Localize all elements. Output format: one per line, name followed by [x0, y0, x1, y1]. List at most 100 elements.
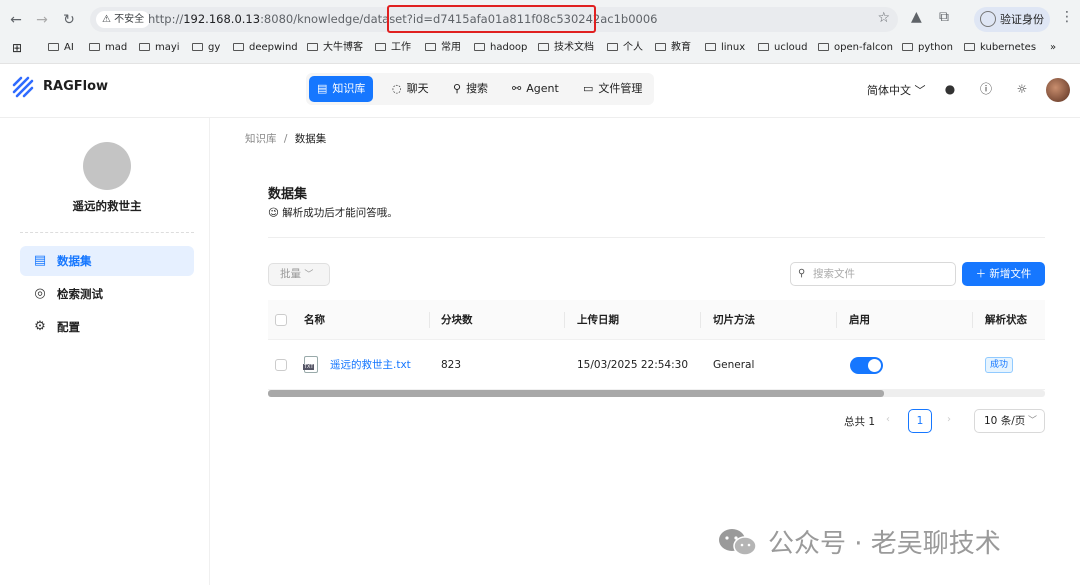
extension-icon[interactable]: ▲ [911, 9, 922, 25]
security-label: 不安全 [114, 14, 145, 25]
column-header-enabled[interactable]: 启用 [849, 300, 870, 340]
column-header-name[interactable]: 名称 [304, 300, 325, 340]
sidebar-item-retrieval-test[interactable]: ◎ 检索测试 [20, 279, 194, 309]
enabled-toggle[interactable] [850, 357, 883, 374]
bookmark-item[interactable]: open-falcon [818, 40, 893, 56]
search-icon: ⚲ [453, 82, 462, 95]
row-checkbox[interactable] [275, 359, 287, 371]
target-icon: ◎ [34, 286, 46, 301]
bookmark-item[interactable]: ucloud [758, 40, 807, 56]
bookmark-item[interactable]: AI [48, 40, 74, 56]
scrollbar-thumb[interactable] [268, 390, 884, 397]
page-button-current[interactable]: 1 [908, 409, 932, 433]
pagination-total: 总共 1 [844, 416, 876, 428]
more-bookmarks-icon[interactable]: » [1050, 40, 1056, 56]
bookmark-star-icon[interactable]: ☆ [877, 10, 890, 26]
apps-grid-icon[interactable]: ⊞ [12, 40, 22, 56]
bookmark-item[interactable]: deepwind [233, 40, 298, 56]
nav-chat[interactable]: ◌ 聊天 [384, 76, 437, 102]
app-name[interactable]: RAGFlow [43, 79, 108, 94]
document-icon: ▤ [33, 253, 47, 268]
folder-icon: ▭ [583, 82, 594, 95]
database-icon: ▤ [317, 82, 328, 95]
agent-icon: ⚯ [512, 82, 522, 95]
next-page-icon[interactable]: › [947, 414, 951, 425]
language-selector[interactable]: 简体中文 ﹀ [867, 82, 926, 98]
url-host: 192.168.0.13 [183, 12, 261, 26]
sidebar-divider [20, 232, 194, 233]
horizontal-scrollbar[interactable] [268, 390, 1045, 397]
app-header: RAGFlow ▤ 知识库 ◌ 聊天 ⚲ 搜索 ⚯ Agent ▭ 文件管理 简体中文 ﹀… [0, 64, 1080, 118]
theme-sun-icon[interactable]: ☼ [1014, 81, 1030, 97]
column-separator [972, 312, 973, 328]
column-separator [700, 312, 701, 328]
prev-page-icon[interactable]: ‹ [886, 414, 890, 425]
column-separator [564, 312, 565, 328]
profile-icon [980, 11, 996, 27]
nav-agent[interactable]: ⚯ Agent [504, 76, 567, 102]
column-header-chunks[interactable]: 分块数 [441, 300, 473, 340]
table-header: 名称 分块数 上传日期 切片方法 启用 解析状态 [268, 300, 1045, 340]
nav-search[interactable]: ⚲ 搜索 [445, 76, 496, 102]
bookmarks-bar: ⊞ AI mad mayi gy deepwind 大牛博客 工作 常用 had… [0, 38, 1080, 58]
sidebar-item-config[interactable]: ⚙ 配置 [20, 312, 194, 342]
bookmark-item[interactable]: linux [705, 40, 745, 56]
column-header-parse-status[interactable]: 解析状态 [985, 300, 1027, 340]
nav-knowledge-base[interactable]: ▤ 知识库 [309, 76, 374, 102]
column-separator [836, 312, 837, 328]
back-arrow-icon[interactable]: ← [7, 11, 25, 29]
more-menu-icon[interactable]: ⋮ [1060, 9, 1074, 25]
gear-icon: ⚙ [34, 319, 46, 334]
bookmark-item[interactable]: 工作 [375, 40, 411, 56]
bookmark-item[interactable]: hadoop [474, 40, 527, 56]
sidebar-item-dataset[interactable]: ▤ 数据集 [20, 246, 194, 276]
column-header-upload-date[interactable]: 上传日期 [577, 300, 619, 340]
search-file-input[interactable]: ⚲ 搜索文件 [790, 262, 956, 286]
chunk-count: 823 [441, 359, 462, 371]
page-size-select[interactable]: 10 条/页 ﹀ [974, 409, 1045, 433]
txt-file-icon: TXT [303, 356, 318, 373]
bookmark-item[interactable]: mad [89, 40, 127, 56]
forward-arrow-icon[interactable]: → [33, 11, 51, 29]
column-separator [429, 312, 430, 328]
puzzle-icon[interactable]: ⧉ [939, 9, 949, 25]
bookmark-item[interactable]: 常用 [425, 40, 461, 56]
bookmark-item[interactable]: python [902, 40, 953, 56]
bookmark-item[interactable]: 个人 [607, 40, 643, 56]
user-avatar[interactable] [1046, 78, 1070, 102]
bookmark-item[interactable]: kubernetes [964, 40, 1036, 56]
add-file-button[interactable]: ＋ 新增文件 [962, 262, 1045, 286]
ragflow-logo-icon[interactable] [11, 75, 35, 99]
help-icon[interactable]: ⓘ [978, 81, 994, 97]
knowledge-base-name: 遥远的救世主 [72, 199, 142, 213]
browser-chrome: ← → ↻ ⚠ 不安全 http://192.168.0.13:8080/kno… [0, 0, 1080, 64]
bookmark-item[interactable]: 大牛博客 [307, 40, 363, 56]
chevron-down-icon: ﹀ [1027, 416, 1037, 426]
section-divider [268, 237, 1045, 238]
select-all-checkbox[interactable] [275, 314, 287, 326]
breadcrumb-current: 数据集 [294, 133, 327, 145]
batch-dropdown[interactable]: 批量 ﹀ [268, 263, 330, 286]
wechat-icon [719, 529, 757, 556]
bookmark-item[interactable]: 技术文档 [538, 40, 594, 56]
nav-file-management[interactable]: ▭ 文件管理 [575, 76, 650, 102]
verify-label: 验证身份 [1000, 13, 1044, 26]
watermark-text: 公众号 · 老吴聊技术 [768, 529, 1001, 559]
url-prefix: http:// [148, 12, 184, 26]
security-warning[interactable]: ⚠ 不安全 [96, 11, 151, 28]
bookmark-item[interactable]: mayi [139, 40, 180, 56]
chevron-down-icon: ﹀ [304, 270, 314, 280]
bookmark-item[interactable]: gy [192, 40, 220, 56]
verify-identity-button[interactable]: 验证身份 [974, 7, 1050, 32]
search-icon: ⚲ [798, 268, 806, 279]
github-icon[interactable]: ● [942, 81, 958, 97]
url-highlight-box [387, 5, 596, 33]
bookmark-item[interactable]: 教育 [655, 40, 691, 56]
column-header-chunk-method[interactable]: 切片方法 [713, 300, 755, 340]
address-bar[interactable]: ⚠ 不安全 http://192.168.0.13:8080/knowledge… [90, 5, 898, 33]
file-name-link[interactable]: 遥远的救世主.txt [330, 341, 411, 389]
chat-icon: ◌ [392, 82, 402, 95]
breadcrumb-root[interactable]: 知识库 [245, 133, 277, 145]
reload-icon[interactable]: ↻ [60, 11, 78, 29]
chunk-method[interactable]: General [713, 341, 754, 389]
